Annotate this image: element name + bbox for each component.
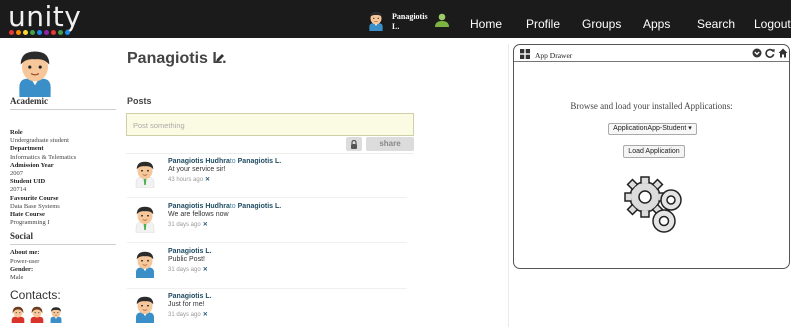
post-text: We are fellows now: [168, 211, 229, 218]
privacy-button[interactable]: [346, 137, 362, 151]
delete-post-button[interactable]: ✕: [203, 267, 208, 273]
info-label: Student UID: [10, 178, 46, 186]
info-value: Power-user: [10, 257, 40, 265]
top-user-name[interactable]: Panagiotis L.: [392, 12, 428, 32]
info-label: Admission Year: [10, 161, 54, 169]
post-item: Panagiotis Hudhrato Panagiotis L. We are…: [127, 203, 407, 243]
info-label: Favourite Course: [10, 194, 59, 202]
post-text: At your service sir!: [168, 166, 226, 173]
app-logo[interactable]: unity: [8, 2, 81, 32]
divider: [10, 109, 116, 110]
info-label: About me:: [10, 249, 40, 257]
divider: [127, 197, 407, 198]
post-to: to: [229, 203, 236, 210]
divider: [127, 242, 407, 243]
post-item: Panagiotis L. Just for me! 31 days ago ✕: [127, 293, 407, 327]
delete-post-button[interactable]: ✕: [203, 312, 208, 318]
info-value: Informatics & Telematics: [10, 153, 77, 161]
post-input[interactable]: Post something: [126, 113, 414, 136]
academic-title: Academic: [10, 96, 48, 106]
post-author[interactable]: Panagiotis L.: [168, 293, 212, 300]
post-recipient[interactable]: Panagiotis L.: [238, 158, 282, 165]
post-time: 31 days ago: [168, 267, 201, 273]
application-select-value: ApplicationApp-Student: [613, 125, 687, 132]
nav-home[interactable]: Home: [470, 17, 502, 31]
app-drawer-title: App Drawer: [535, 51, 573, 60]
contacts-list: [9, 304, 65, 324]
post-time: 43 hours ago: [168, 177, 204, 183]
info-value: Male: [10, 274, 24, 282]
divider: [126, 153, 414, 154]
info-value: 20714: [10, 186, 27, 194]
post-text: Public Post!: [168, 256, 205, 263]
post-item: Panagiotis Hudhrato Panagiotis L. At you…: [127, 158, 407, 198]
nav-groups[interactable]: Groups: [582, 17, 621, 31]
minimize-icon[interactable]: [752, 48, 762, 58]
post-author[interactable]: Panagiotis L.: [168, 248, 212, 255]
share-button[interactable]: share: [366, 137, 414, 151]
author-avatar-icon[interactable]: [130, 293, 160, 323]
nav-logout[interactable]: Logout: [754, 17, 791, 31]
divider: [10, 244, 116, 246]
contact-avatar-icon[interactable]: [47, 304, 65, 324]
pencil-icon[interactable]: [215, 53, 225, 63]
grid-icon: [520, 49, 530, 59]
author-avatar-icon[interactable]: [130, 158, 160, 188]
academic-info: Role Undergraduate student Department In…: [10, 129, 116, 227]
nav-apps[interactable]: Apps: [643, 17, 670, 31]
nav-search[interactable]: Search: [697, 17, 735, 31]
post-recipient[interactable]: Panagiotis L.: [238, 203, 282, 210]
load-application-button[interactable]: Load Application: [623, 145, 685, 158]
friends-icon[interactable]: [434, 13, 450, 28]
app-drawer: App Drawer Browse and load your installe…: [513, 44, 790, 269]
app-drawer-header: App Drawer: [514, 45, 789, 62]
nav-profile[interactable]: Profile: [526, 17, 560, 31]
post-time: 31 days ago: [168, 222, 201, 228]
post-time: 31 days ago: [168, 312, 201, 318]
profile-info: Academic Role Undergraduate student Depa…: [10, 96, 116, 282]
gears-icon: [624, 176, 682, 233]
info-value: Programming I: [10, 219, 50, 227]
delete-post-button[interactable]: ✕: [203, 222, 208, 228]
post-to: to: [229, 158, 236, 165]
post-item: Panagiotis L. Public Post! 31 days ago ✕: [127, 248, 407, 288]
social-info: About me: Power-user Gender: Male: [10, 249, 116, 282]
post-text: Just for me!: [168, 301, 205, 308]
posts-title: Posts: [127, 96, 152, 106]
author-avatar-icon[interactable]: [130, 248, 160, 278]
info-label: Role: [10, 129, 23, 136]
logo-dots: [9, 30, 70, 35]
divider: [127, 288, 407, 289]
profile-avatar-icon: [8, 45, 62, 97]
top-bar: unity Panagiotis L. Home Profile Groups …: [0, 0, 791, 38]
dropdown-arrow-icon: ▾: [688, 125, 692, 132]
post-author[interactable]: Panagiotis Hudhra: [168, 203, 230, 210]
contacts-title: Contacts:: [10, 288, 61, 302]
contact-avatar-icon[interactable]: [28, 304, 46, 324]
post-author[interactable]: Panagiotis Hudhra: [168, 158, 230, 165]
profile-name: Panagiotis L.: [127, 50, 227, 67]
app-drawer-message: Browse and load your installed Applicati…: [570, 101, 733, 111]
info-value: 2007: [10, 170, 23, 178]
author-avatar-icon[interactable]: [130, 203, 160, 233]
info-label: Hate Course: [10, 211, 45, 219]
contact-avatar-icon[interactable]: [9, 304, 27, 324]
column-divider: [508, 44, 509, 327]
home-icon[interactable]: [778, 48, 788, 58]
info-label: Gender:: [10, 265, 34, 273]
delete-post-button[interactable]: ✕: [205, 177, 210, 183]
info-value: Data Base Systems: [10, 202, 60, 210]
lock-icon: [351, 139, 357, 149]
info-label: Department: [10, 145, 44, 153]
social-title: Social: [10, 231, 34, 242]
application-select[interactable]: ApplicationApp-Student ▾: [608, 123, 697, 135]
refresh-icon[interactable]: [765, 48, 775, 58]
info-value: Undergraduate student: [10, 137, 69, 145]
user-avatar-icon[interactable]: [365, 9, 387, 31]
